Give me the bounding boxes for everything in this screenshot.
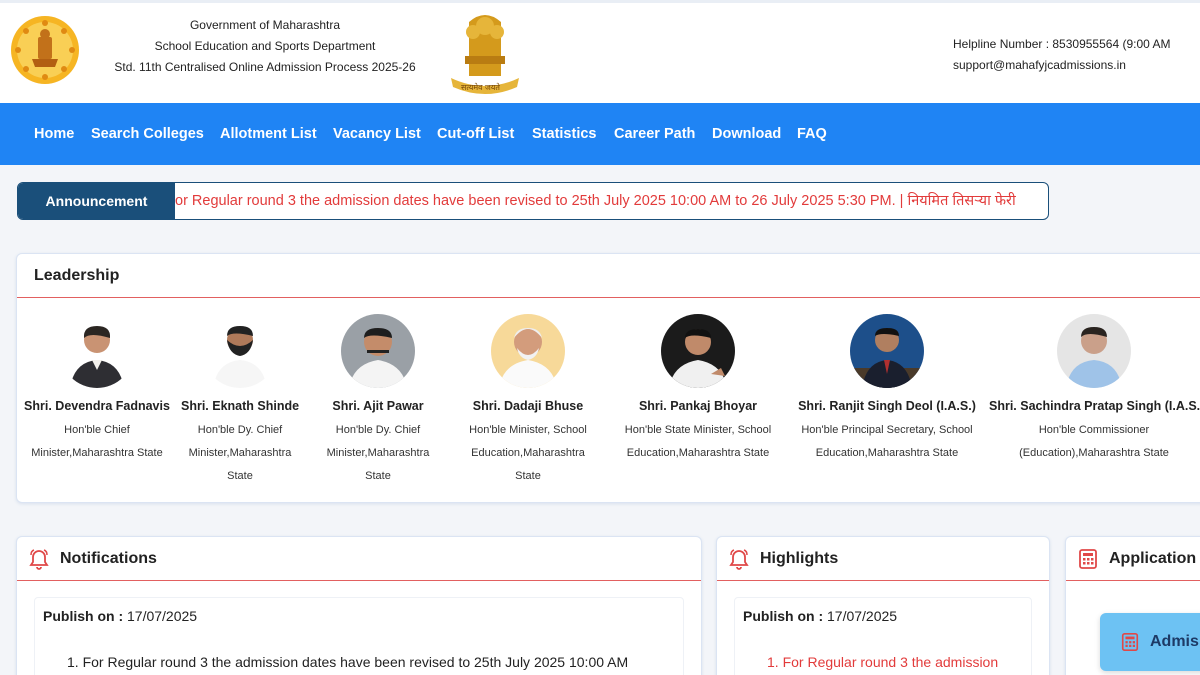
header-line-process: Std. 11th Centralised Online Admission P… [114,60,416,74]
nav-cutoff-list[interactable]: Cut-off List [437,103,514,165]
publish-label: Publish on : [43,608,124,624]
leader-card: Shri. Ranjit Singh Deol (I.A.S.) Hon'ble… [797,314,977,465]
leader-card: Shri. Devendra Fadnavis Hon'ble Chief Mi… [22,314,172,465]
helpline-number: Helpline Number : 8530955564 (9:00 AM [953,37,1171,51]
divider [717,580,1049,581]
leader-role: Hon'ble Dy. Chief Minister,Maharashtra S… [326,424,430,482]
calculator-icon [1079,549,1097,569]
leader-name: Shri. Pankaj Bhoyar [638,399,758,413]
leader-role: Hon'ble Dy. Chief Minister,Maharashtra S… [188,424,292,482]
nav-vacancy-list[interactable]: Vacancy List [333,103,421,165]
leadership-card: Leadership Shri. Devendra Fadnavis Hon'b… [16,253,1200,503]
leader-name: Shri. Sachindra Pratap Singh (I.A.S.) [989,399,1200,413]
leader-card: Shri. Dadaji Bhuse Hon'ble Minister, Sch… [457,314,599,488]
nav-home[interactable]: Home [34,103,74,165]
highlight-item[interactable]: 1. For Regular round 3 the admission [767,654,998,670]
divider [1066,580,1200,581]
divider [17,580,701,581]
avatar [491,314,565,388]
announcement-bar: Announcement or Regular round 3 the admi… [17,182,1049,220]
nav-statistics[interactable]: Statistics [532,103,596,165]
national-emblem: सत्यमेव जयते [447,12,523,98]
leader-role: Hon'ble Commissioner (Education),Maharas… [1019,424,1169,459]
nav-faq[interactable]: FAQ [797,103,827,165]
leader-card: Shri. Pankaj Bhoyar Hon'ble State Minist… [615,314,781,465]
nav-download[interactable]: Download [712,103,781,165]
leader-name: Shri. Ranjit Singh Deol (I.A.S.) [798,399,976,413]
leader-card: Shri. Sachindra Pratap Singh (I.A.S.) Ho… [989,314,1200,465]
header-title-block: Government of Maharashtra School Educati… [96,15,434,78]
application-title: Application [1109,550,1197,567]
notification-entry: Publish on : 17/07/2025 1. For Regular r… [34,597,684,675]
highlights-card: Highlights Publish on : 17/07/2025 1. Fo… [716,536,1050,675]
avatar [203,314,277,388]
avatar [341,314,415,388]
avatar [1057,314,1131,388]
leader-name: Shri. Ajit Pawar [332,399,424,413]
publish-line: Publish on : 17/07/2025 [43,608,197,624]
leader-name: Shri. Dadaji Bhuse [472,399,584,413]
bell-icon [29,549,49,570]
header-line-department: School Education and Sports Department [154,39,376,53]
avatar [661,314,735,388]
publish-label: Publish on : [743,608,824,624]
notification-item[interactable]: 1. For Regular round 3 the admission dat… [67,654,628,670]
helpline-block: Helpline Number : 8530955564 (9:00 AM su… [953,34,1170,76]
maharashtra-seal-icon[interactable] [10,15,80,85]
main-nav: Home Search Colleges Allotment List Vaca… [0,103,1200,165]
header-line-government: Government of Maharashtra [189,18,341,32]
calculator-icon [1121,633,1139,651]
highlight-entry: Publish on : 17/07/2025 1. For Regular r… [734,597,1032,675]
avatar [60,314,134,388]
nav-search-colleges[interactable]: Search Colleges [91,103,204,165]
publish-line: Publish on : 17/07/2025 [743,608,897,624]
publish-date: 17/07/2025 [827,608,898,624]
leader-name: Shri. Devendra Fadnavis [24,399,170,413]
admission-button[interactable]: Admis [1100,613,1200,671]
highlights-title: Highlights [760,550,839,567]
publish-date: 17/07/2025 [127,608,198,624]
support-email[interactable]: support@mahafyjcadmissions.in [953,55,1170,76]
leader-role: Hon'ble Chief Minister,Maharashtra State [31,424,163,459]
leader-role: Hon'ble Principal Secretary, School Educ… [801,424,973,459]
leader-name: Shri. Eknath Shinde [181,399,300,413]
emblem-motto: सत्यमेव जयते [461,83,500,92]
nav-allotment-list[interactable]: Allotment List [220,103,317,165]
bell-icon [729,549,749,570]
leader-card: Shri. Ajit Pawar Hon'ble Dy. Chief Minis… [319,314,437,488]
nav-career-path[interactable]: Career Path [614,103,695,165]
announcement-ticker[interactable]: or Regular round 3 the admission dates h… [175,183,1048,219]
divider [17,297,1200,298]
leadership-title: Leadership [34,267,120,284]
notifications-title: Notifications [60,550,157,567]
avatar [850,314,924,388]
announcement-label: Announcement [18,183,175,219]
leader-role: Hon'ble State Minister, School Education… [624,424,772,459]
leader-card: Shri. Eknath Shinde Hon'ble Dy. Chief Mi… [181,314,299,488]
notifications-card: Notifications Publish on : 17/07/2025 1.… [16,536,702,675]
leader-role: Hon'ble Minister, School Education,Mahar… [469,424,587,482]
admission-button-label: Admis [1150,633,1199,650]
site-header: Government of Maharashtra School Educati… [0,0,1200,103]
